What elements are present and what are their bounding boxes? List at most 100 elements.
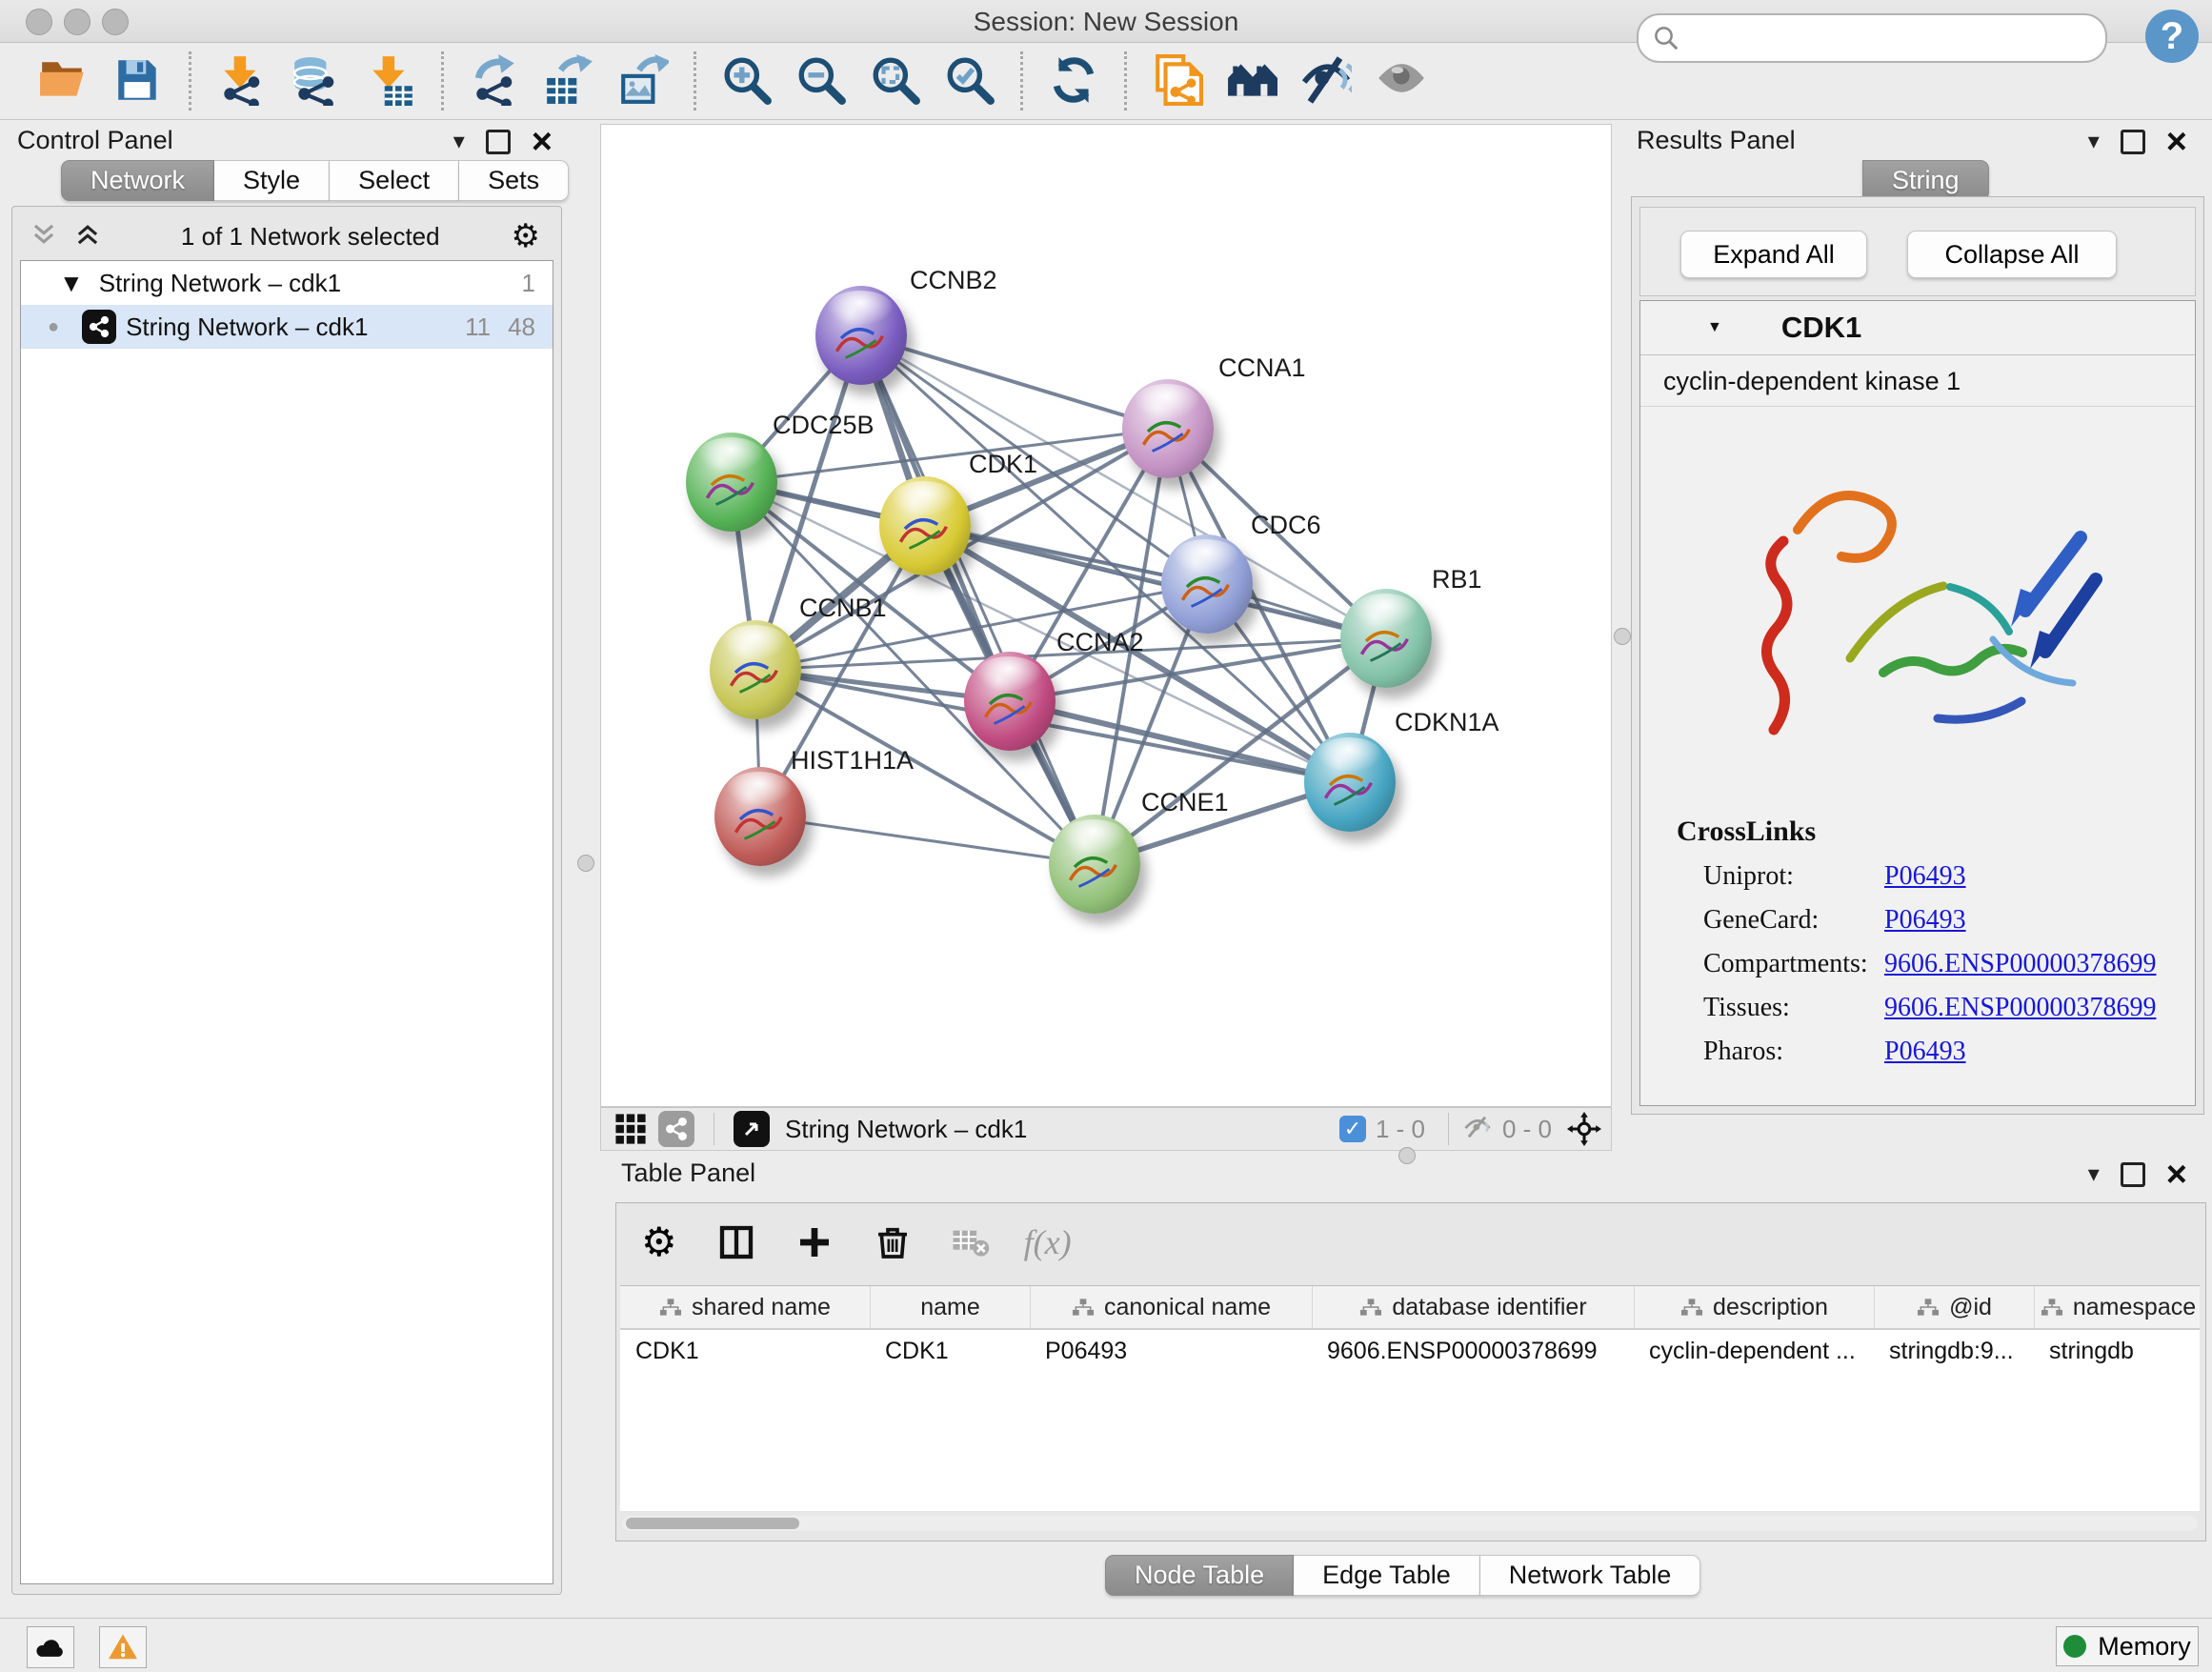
scrollbar-thumb[interactable]	[626, 1518, 799, 1529]
column-header-canonical-name[interactable]: canonical name	[1030, 1286, 1312, 1328]
table-cell[interactable]: CDK1	[620, 1330, 870, 1372]
column-header-description[interactable]: description	[1634, 1286, 1874, 1328]
create-column-plus-icon[interactable]	[790, 1222, 839, 1262]
network-node-ccnb1[interactable]	[710, 620, 801, 719]
function-builder-icon[interactable]: f(x)	[1024, 1222, 1072, 1262]
cloud-status-button[interactable]	[27, 1626, 74, 1668]
table-horizontal-scrollbar[interactable]	[622, 1516, 2198, 1531]
left-splitter-handle[interactable]	[577, 855, 594, 872]
column-header-shared-name[interactable]: shared name	[620, 1286, 870, 1328]
open-session-button[interactable]	[32, 50, 95, 112]
network-edge[interactable]	[861, 335, 1095, 864]
protein-section-header[interactable]: ▼ CDK1	[1640, 301, 2195, 355]
results-panel-menu-icon[interactable]: ▾	[2088, 128, 2100, 155]
results-panel-close-icon[interactable]: ×	[2166, 132, 2187, 151]
delete-table-icon[interactable]	[946, 1222, 995, 1262]
memory-button[interactable]: Memory	[2056, 1626, 2199, 1666]
network-node-cdk1[interactable]	[879, 476, 971, 575]
delete-column-trash-icon[interactable]	[868, 1222, 917, 1262]
warnings-button[interactable]	[99, 1626, 147, 1668]
import-network-from-database-button[interactable]	[285, 50, 348, 112]
hide-selected-button[interactable]	[1295, 50, 1357, 112]
collection-expander-icon[interactable]: ▼	[59, 269, 84, 298]
network-node-cdkn1a[interactable]	[1304, 733, 1396, 832]
network-node-ccnb2[interactable]	[815, 286, 907, 385]
export-table-button[interactable]	[537, 50, 600, 112]
zoom-out-button[interactable]	[790, 50, 853, 112]
fit-selected-button[interactable]	[1567, 1112, 1601, 1146]
zoom-selected-button[interactable]	[938, 50, 1001, 112]
export-network-button[interactable]	[463, 50, 526, 112]
export-image-button[interactable]	[612, 50, 674, 112]
crosslink-link[interactable]: 9606.ENSP00000378699	[1884, 949, 2156, 979]
results-panel-float-icon[interactable]	[2121, 130, 2145, 154]
table-panel-close-icon[interactable]: ×	[2166, 1165, 2187, 1184]
table-cell[interactable]: stringdb:9...	[1874, 1330, 2034, 1372]
column-header-namespace[interactable]: namespace	[2034, 1286, 2202, 1328]
network-collection-row[interactable]: ▼ String Network – cdk1 1	[21, 261, 553, 305]
tab-select[interactable]: Select	[330, 160, 459, 201]
tab-string[interactable]: String	[1862, 160, 1989, 201]
zoom-fit-content-button[interactable]	[864, 50, 927, 112]
table-options-gear-icon[interactable]: ⚙	[635, 1222, 683, 1262]
selected-checkbox-icon[interactable]: ✓	[1339, 1116, 1366, 1142]
protein-expander-icon[interactable]: ▼	[1707, 319, 1722, 336]
import-network-from-file-button[interactable]	[211, 50, 273, 112]
table-cell[interactable]: 9606.ENSP00000378699	[1312, 1330, 1634, 1372]
table-cell[interactable]: cyclin-dependent ...	[1634, 1330, 1874, 1372]
tab-network-table[interactable]: Network Table	[1480, 1555, 1701, 1596]
collapse-all-networks-icon[interactable]	[31, 222, 56, 252]
help-button[interactable]: ?	[2145, 10, 2199, 63]
zoom-in-button[interactable]	[715, 50, 778, 112]
tab-edge-table[interactable]: Edge Table	[1294, 1555, 1480, 1596]
column-header-name[interactable]: name	[870, 1286, 1030, 1328]
table-row[interactable]: CDK1CDK1P064939606.ENSP00000378699cyclin…	[620, 1330, 2200, 1372]
network-row-selected[interactable]: ● String Network – cdk1 11 48	[21, 305, 553, 349]
control-panel-close-icon[interactable]: ×	[532, 132, 553, 151]
table-cell[interactable]: CDK1	[870, 1330, 1030, 1372]
search-input[interactable]	[1688, 19, 2092, 55]
network-node-ccne1[interactable]	[1049, 815, 1140, 914]
network-edge[interactable]	[925, 526, 1386, 638]
network-node-ccna2[interactable]	[964, 652, 1056, 751]
show-all-button[interactable]	[1369, 50, 1432, 112]
table-cell[interactable]: stringdb	[2034, 1330, 2202, 1372]
birdseye-view-button[interactable]	[614, 1113, 647, 1145]
network-node-hist1h1a[interactable]	[714, 767, 806, 866]
bottom-splitter-handle[interactable]	[1398, 1147, 1416, 1164]
apply-preferred-layout-button[interactable]	[1042, 50, 1105, 112]
table-panel-float-icon[interactable]	[2121, 1162, 2145, 1187]
expand-all-button[interactable]: Expand All	[1680, 231, 1867, 278]
open-in-new-window-button[interactable]	[734, 1111, 770, 1147]
column-header-id[interactable]: @id	[1874, 1286, 2034, 1328]
crosslink-link[interactable]: P06493	[1884, 1037, 1966, 1067]
tab-style[interactable]: Style	[214, 160, 330, 201]
control-panel-float-icon[interactable]	[486, 130, 511, 154]
tab-node-table[interactable]: Node Table	[1105, 1555, 1294, 1596]
table-panel-menu-icon[interactable]: ▾	[2088, 1160, 2100, 1188]
network-options-gear-icon[interactable]: ⚙	[512, 220, 540, 252]
crosslink-link[interactable]: P06493	[1884, 905, 1966, 936]
tab-sets[interactable]: Sets	[459, 160, 569, 201]
crosslink-link[interactable]: 9606.ENSP00000378699	[1884, 993, 2156, 1023]
crosslink-link[interactable]: P06493	[1884, 861, 1966, 892]
network-edge[interactable]	[760, 816, 1095, 864]
first-neighbors-button[interactable]	[1220, 50, 1283, 112]
expand-all-networks-icon[interactable]	[75, 222, 100, 252]
show-columns-icon[interactable]	[712, 1222, 761, 1262]
network-node-cdc6[interactable]	[1161, 534, 1253, 634]
table-cell[interactable]: P06493	[1030, 1330, 1312, 1372]
collapse-all-button[interactable]: Collapse All	[1907, 231, 2117, 278]
network-edge[interactable]	[861, 335, 1168, 429]
network-node-rb1[interactable]	[1340, 589, 1432, 688]
new-network-from-selection-button[interactable]	[1146, 50, 1209, 112]
control-panel-menu-icon[interactable]: ▾	[453, 128, 465, 155]
tab-network[interactable]: Network	[61, 160, 214, 201]
network-canvas[interactable]: CCNB2CCNA1CDC25BCDK1CDC6RB1CCNB1CCNA2CDK…	[600, 124, 1612, 1107]
save-session-button[interactable]	[107, 50, 170, 112]
column-header-database-identifier[interactable]: database identifier	[1312, 1286, 1634, 1328]
network-node-ccna1[interactable]	[1122, 379, 1214, 478]
right-splitter-handle[interactable]	[1614, 628, 1631, 645]
string-panel-toggle-button[interactable]	[658, 1111, 694, 1147]
network-node-cdc25b[interactable]	[686, 433, 777, 532]
